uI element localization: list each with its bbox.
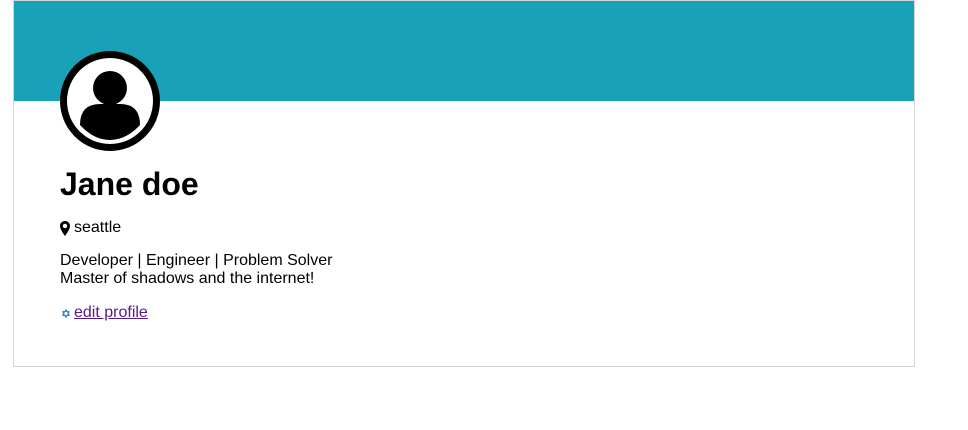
profile-bio: Developer | Engineer | Problem Solver Ma…: [60, 252, 332, 288]
avatar-icon: [60, 51, 160, 151]
map-marker-icon: [60, 220, 70, 236]
gear-icon: [62, 308, 70, 318]
location-text: seattle: [74, 219, 122, 236]
edit-profile-link[interactable]: edit profile: [60, 303, 148, 323]
profile-name: Jane doe: [60, 166, 199, 202]
bio-line-2: Master of shadows and the internet!: [60, 270, 315, 287]
edit-profile-label: edit profile: [74, 304, 148, 321]
bio-line-1: Developer | Engineer | Problem Solver: [60, 252, 333, 269]
profile-card: Jane doe seattle Developer | Engineer | …: [13, 0, 915, 367]
profile-location: seattle: [60, 218, 121, 238]
